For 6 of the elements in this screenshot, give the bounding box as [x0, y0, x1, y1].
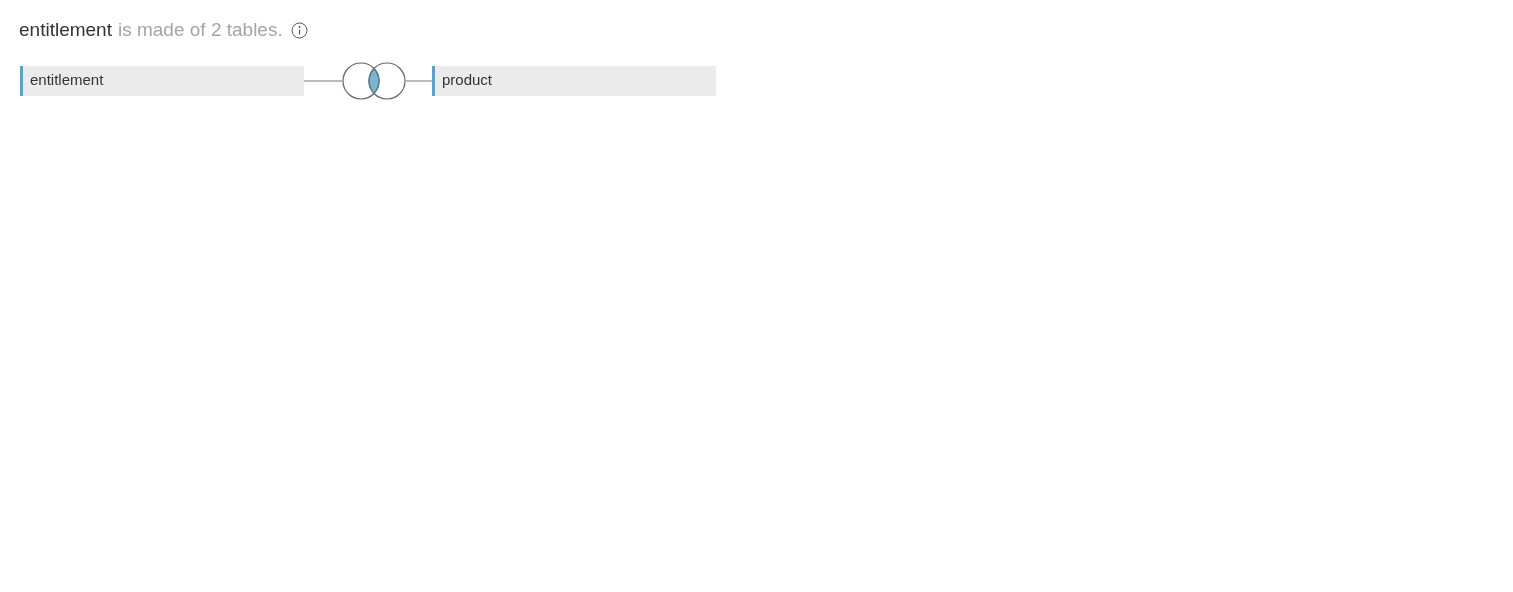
inner-join-icon[interactable] [342, 60, 406, 101]
table-box[interactable]: entitlement [20, 65, 304, 96]
info-icon[interactable] [290, 21, 308, 39]
table-box[interactable]: product [432, 65, 716, 96]
data-source-name: entitlement [19, 18, 112, 42]
description-text: is made of 2 tables. [117, 18, 283, 42]
